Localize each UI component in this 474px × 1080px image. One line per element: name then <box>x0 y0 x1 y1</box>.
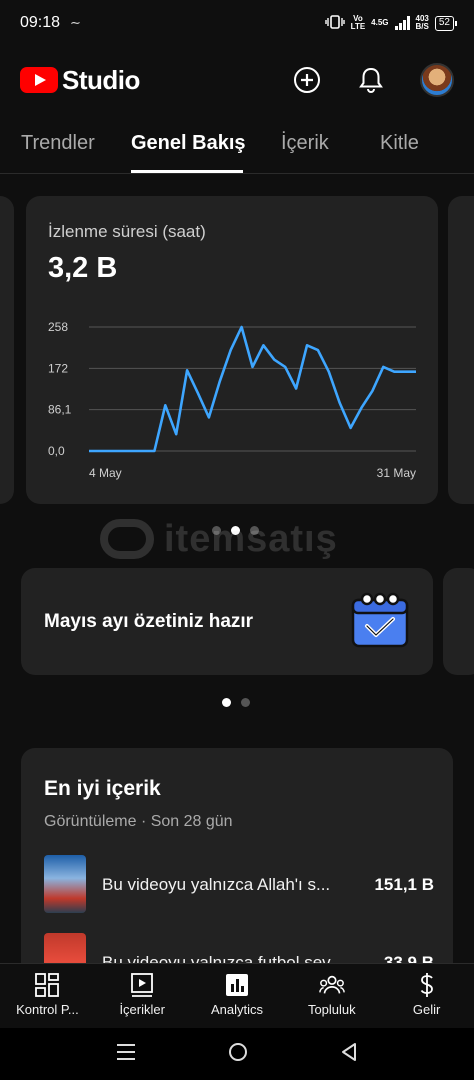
bottom-navigation: Kontrol P... İçerikler Analytics Toplulu… <box>0 963 474 1028</box>
system-navigation-bar <box>0 1028 474 1080</box>
recents-icon[interactable] <box>116 1043 136 1066</box>
metric-card-next[interactable] <box>448 196 474 504</box>
video-thumbnail <box>44 855 86 913</box>
tab-trends[interactable]: Trendler <box>21 132 95 155</box>
community-icon <box>318 972 345 998</box>
top-content-subtitle: Görüntüleme · Son 28 gün <box>44 813 233 830</box>
network-gen: 4.5G <box>371 18 389 27</box>
summary-text: Mayıs ayı özetiniz hazır <box>44 611 254 632</box>
studio-logo[interactable]: Studio <box>20 65 140 96</box>
watermark-logo-icon <box>100 519 154 559</box>
vibrate-icon <box>324 14 345 32</box>
home-icon[interactable] <box>227 1041 249 1068</box>
summary-card-next[interactable] <box>443 568 474 675</box>
nav-content[interactable]: İçerikler <box>95 964 190 1028</box>
signal-icon <box>394 16 410 30</box>
carousel-indicator-summary <box>222 698 250 707</box>
video-title: Bu videoyu yalnızca Allah'ı s... <box>102 875 331 894</box>
watermark: itemsatış <box>100 514 380 564</box>
calendar-check-icon <box>349 592 411 655</box>
monthly-summary-card[interactable]: Mayıs ayı özetiniz hazır <box>21 568 433 675</box>
notifications-icon[interactable] <box>356 65 386 95</box>
logo-text: Studio <box>62 64 140 95</box>
sync-icon: ∼ <box>70 15 81 30</box>
app-bar: Studio <box>0 46 474 114</box>
top-content-title: En iyi içerik <box>44 777 161 800</box>
watch-time-chart: 258 172 86,1 0,0 4 May 31 May <box>48 320 416 480</box>
x-tick-label: 31 May <box>377 466 416 480</box>
tab-overview[interactable]: Genel Bakış <box>131 132 246 155</box>
top-content-card: En iyi içerik Görüntüleme · Son 28 gün B… <box>21 748 453 991</box>
y-tick-label: 172 <box>48 361 68 375</box>
battery-icon: 52 <box>434 15 458 31</box>
top-content-row[interactable]: Bu videoyu yalnızca Allah'ı s... 151,1 B <box>44 855 434 913</box>
y-tick-label: 86,1 <box>48 403 72 417</box>
y-tick-label: 258 <box>48 320 68 334</box>
youtube-play-icon <box>20 67 58 93</box>
nav-analytics[interactable]: Analytics <box>190 964 285 1028</box>
content-icon <box>129 972 155 998</box>
x-tick-label: 4 May <box>89 466 122 480</box>
avatar[interactable] <box>420 63 454 97</box>
create-icon[interactable] <box>292 65 322 95</box>
tab-audience[interactable]: Kitle <box>380 132 419 155</box>
tab-bar: Trendler Genel Bakış İçerik Kitle <box>0 114 474 174</box>
status-indicators: Vo LTE 4.5G 403 B/S 52 <box>324 14 458 32</box>
status-time: 09:18 <box>20 14 61 31</box>
dashboard-icon <box>34 972 60 998</box>
chart-series-line <box>89 325 416 453</box>
video-views: 151,1 B <box>374 875 434 894</box>
carousel-dot <box>241 698 250 707</box>
status-bar: 09:18 ∼ Vo LTE 4.5G 403 B/S 52 <box>0 0 474 46</box>
metric-card-watch-time[interactable]: İzlenme süresi (saat) 3,2 B 258 172 86,1 0,… <box>26 196 438 504</box>
volte-indicator: Vo LTE <box>350 14 366 31</box>
metric-card-previous[interactable] <box>0 196 14 504</box>
y-tick-label: 0,0 <box>48 444 65 458</box>
nav-community[interactable]: Topluluk <box>284 964 379 1028</box>
nav-dashboard[interactable]: Kontrol P... <box>0 964 95 1028</box>
dollar-icon <box>414 972 440 998</box>
tab-indicator <box>131 170 243 173</box>
carousel-dot-active <box>222 698 231 707</box>
nav-earn[interactable]: Gelir <box>379 964 474 1028</box>
back-icon[interactable] <box>340 1042 358 1067</box>
network-speed: 403 B/S <box>415 14 429 31</box>
tab-content[interactable]: İçerik <box>281 132 329 155</box>
analytics-icon <box>224 972 250 998</box>
